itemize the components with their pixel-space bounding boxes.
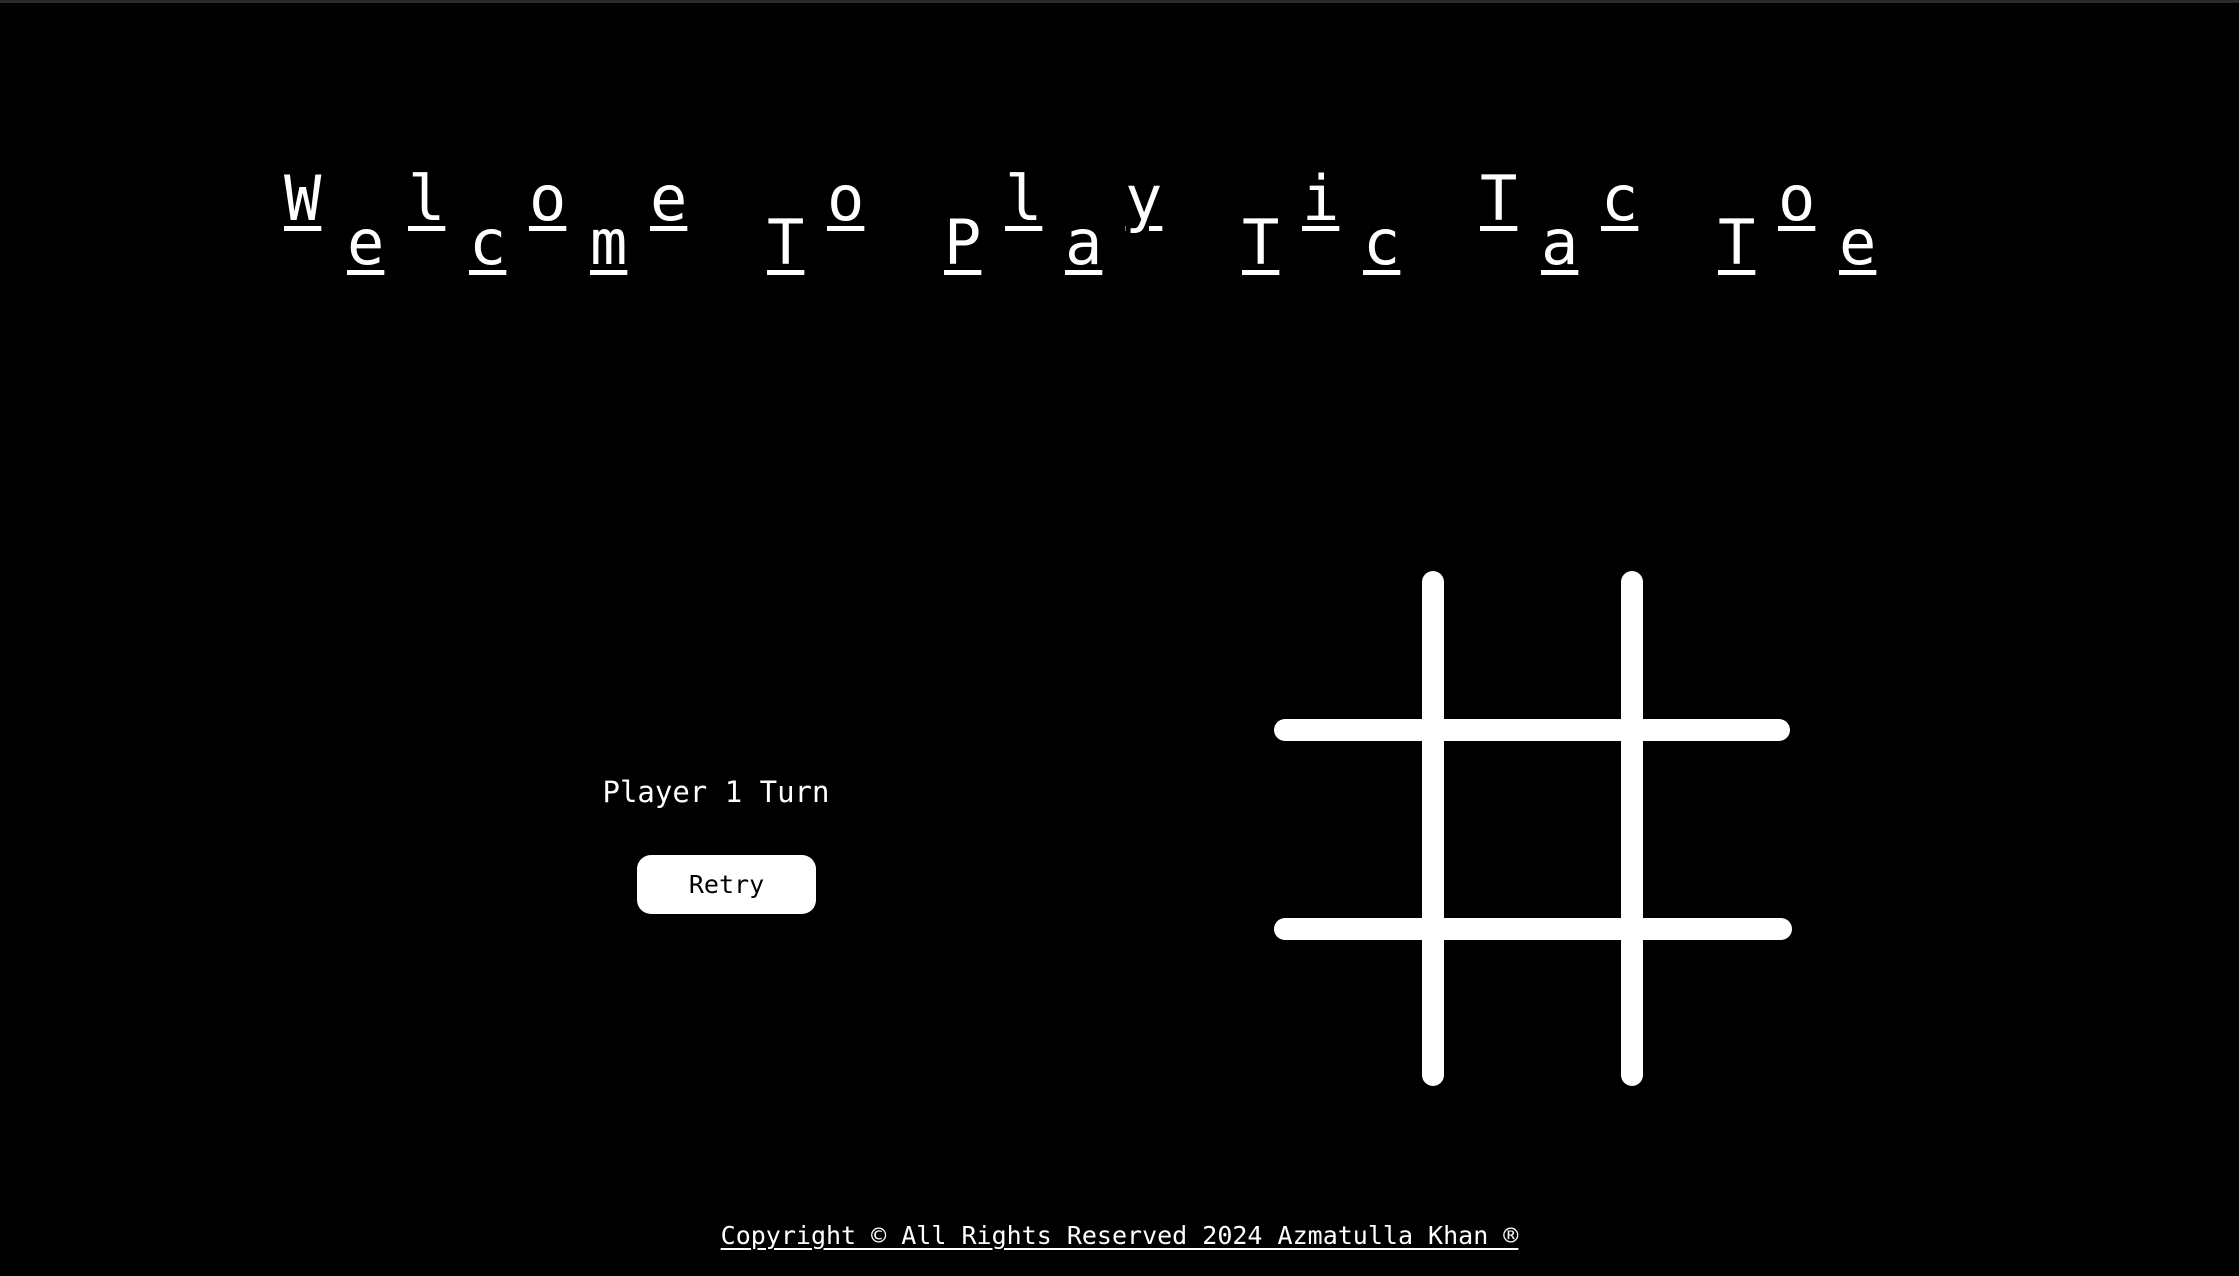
title-letter: l bbox=[408, 162, 446, 235]
board-cell-9[interactable] bbox=[1643, 940, 1791, 1088]
title-letter: i bbox=[1302, 162, 1340, 235]
title-letter: e bbox=[347, 206, 385, 279]
title-letter: T bbox=[767, 206, 805, 279]
board-cell-6[interactable] bbox=[1643, 741, 1791, 918]
title-letter: W bbox=[284, 162, 322, 235]
title-letter: o bbox=[1778, 162, 1816, 235]
turn-status: Player 1 Turn bbox=[602, 775, 830, 809]
title-letter: P bbox=[944, 206, 982, 279]
window-top-edge bbox=[0, 0, 2239, 3]
title-letter: T bbox=[1480, 162, 1518, 235]
tic-tac-toe-board bbox=[1274, 571, 1792, 1086]
title-letter: a bbox=[1065, 206, 1103, 279]
page-title: W e l c o m e T o P l a y T i c T a c T … bbox=[284, 150, 1984, 290]
title-letter: e bbox=[1839, 206, 1877, 279]
grid-line-horizontal bbox=[1274, 719, 1790, 741]
title-letter: T bbox=[1718, 206, 1756, 279]
grid-line-vertical bbox=[1621, 571, 1643, 1086]
board-cell-4[interactable] bbox=[1274, 741, 1422, 918]
copyright-text: Copyright © All Rights Reserved 2024 Azm… bbox=[720, 1221, 1519, 1250]
board-cell-3[interactable] bbox=[1643, 571, 1791, 719]
title-letter: c bbox=[1363, 206, 1401, 279]
footer: Copyright © All Rights Reserved 2024 Azm… bbox=[0, 1219, 2239, 1253]
board-cell-7[interactable] bbox=[1274, 940, 1422, 1088]
title-letter: l bbox=[1005, 162, 1043, 235]
title-letter: T bbox=[1242, 206, 1280, 279]
title-letter: a bbox=[1541, 206, 1579, 279]
board-cell-5[interactable] bbox=[1444, 741, 1621, 918]
title-letter: c bbox=[469, 206, 507, 279]
grid-line-vertical bbox=[1422, 571, 1444, 1086]
title-letter: o bbox=[529, 162, 567, 235]
board-cell-2[interactable] bbox=[1444, 571, 1621, 719]
title-letter: e bbox=[650, 162, 688, 235]
grid-line-horizontal bbox=[1274, 918, 1792, 940]
board-cell-8[interactable] bbox=[1444, 940, 1621, 1088]
title-letter: c bbox=[1601, 162, 1639, 235]
title-letter: o bbox=[827, 162, 865, 235]
title-letter: m bbox=[590, 206, 628, 279]
retry-button[interactable]: Retry bbox=[637, 855, 816, 914]
title-letter: y bbox=[1125, 162, 1163, 235]
board-cell-1[interactable] bbox=[1274, 571, 1422, 719]
